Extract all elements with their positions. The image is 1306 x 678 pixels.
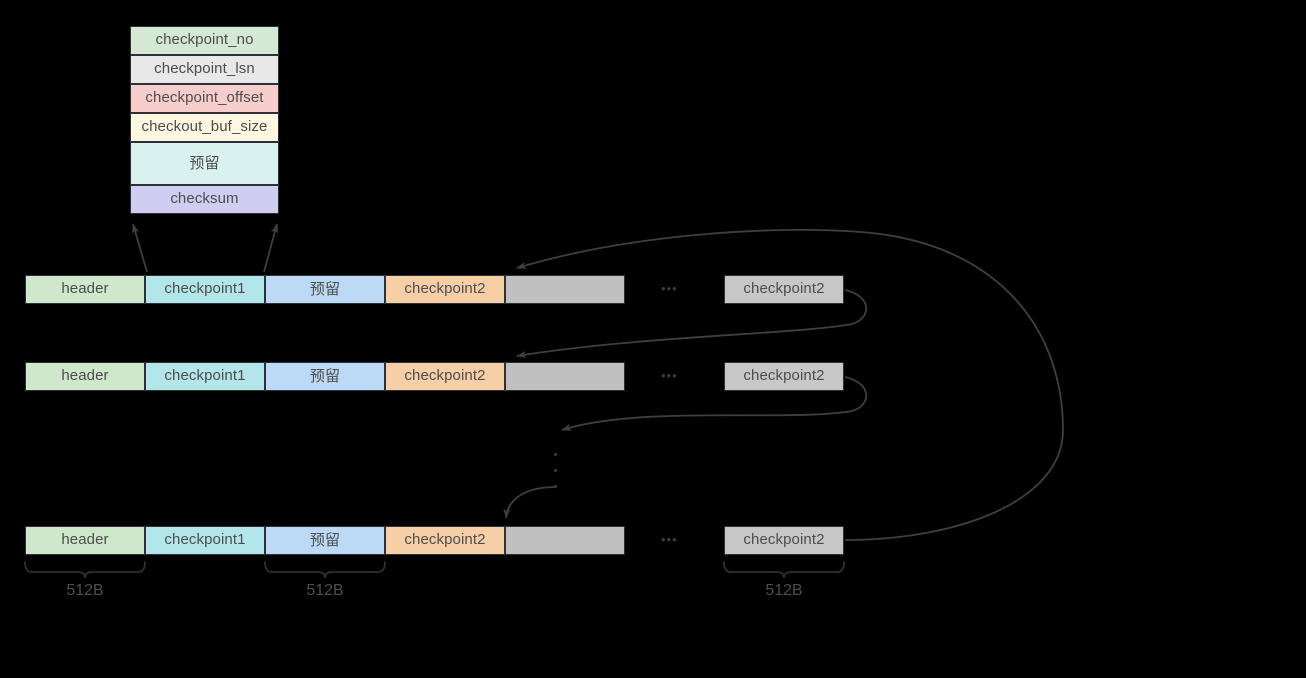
segment-label: checkpoint1 [164,367,246,385]
brace-paths [24,561,845,579]
row-2-ellipsis: ••• [661,368,678,383]
arrow-struct-right [263,223,279,273]
struct-field-label: checkpoint_offset [145,89,264,107]
brace-header-block-label: 512B [66,582,104,599]
segment-label: 预留 [309,280,341,299]
struct-field-label: checksum [170,190,239,208]
row-1-segment-5 [505,275,625,304]
segment-label: header [61,280,109,298]
diagram-canvas: checkpoint_no checkpoint_lsn checkpoint_of… [0,0,1306,678]
segment-label: checkpoint1 [164,531,246,549]
segment-label: checkpoint2 [404,531,486,549]
struct-field-1: checkpoint_lsn [130,55,279,84]
row-1-segment-1: header [25,275,145,304]
brace-tail-block-label: 512B [765,582,803,599]
row-2-segment-4: checkpoint2 [385,362,505,391]
arrow-struct-left [132,223,148,273]
segment-label: header [61,367,109,385]
row-3-segment-5 [505,526,625,555]
row-2-segment-5 [505,362,625,391]
segment-label: checkpoint2 [743,367,825,385]
struct-field-4: 预留 [130,142,279,185]
segment-label: checkpoint1 [164,280,246,298]
row-2-segment-2: checkpoint1 [145,362,265,391]
row-1-segment-3: 预留 [265,275,385,304]
row-3-segment-1: header [25,526,145,555]
segment-label: checkpoint2 [404,367,486,385]
struct-field-label: checkout_buf_size [141,118,268,136]
row-3-tail-checkpoint2: checkpoint2 [724,526,844,555]
row-1-segment-2: checkpoint1 [145,275,265,304]
struct-field-2: checkpoint_offset [130,84,279,113]
brace-reserved-block [264,561,386,579]
vertical-dot-3 [554,485,558,489]
struct-field-label: checkpoint_lsn [154,60,255,78]
segment-label: checkpoint2 [743,280,825,298]
struct-field-3: checkout_buf_size [130,113,279,142]
row-1-segment-4: checkpoint2 [385,275,505,304]
brace-header-block [24,561,146,579]
vertical-dot-1 [554,453,558,457]
brace-tail-block [723,561,845,579]
row-3-segment-3: 预留 [265,526,385,555]
row-2-segment-3: 预留 [265,362,385,391]
struct-field-0: checkpoint_no [130,26,279,55]
struct-field-label: checkpoint_no [155,31,254,49]
vertical-dot-2 [554,469,558,473]
row-3-segment-4: checkpoint2 [385,526,505,555]
row-1-ellipsis: ••• [661,281,678,296]
segment-label: 预留 [309,367,341,386]
row-3-ellipsis: ••• [661,532,678,547]
struct-field-5: checksum [130,185,279,214]
row-1-tail-checkpoint2: checkpoint2 [724,275,844,304]
segment-label: checkpoint2 [404,280,486,298]
struct-field-label: 预留 [189,154,220,173]
row-2-segment-1: header [25,362,145,391]
segment-label: 预留 [309,531,341,550]
segment-label: header [61,531,109,549]
row-2-tail-checkpoint2: checkpoint2 [724,362,844,391]
arrow-dots-to-row3 [503,486,557,519]
brace-reserved-block-label: 512B [306,582,344,599]
row-3-segment-2: checkpoint1 [145,526,265,555]
segment-label: checkpoint2 [743,531,825,549]
